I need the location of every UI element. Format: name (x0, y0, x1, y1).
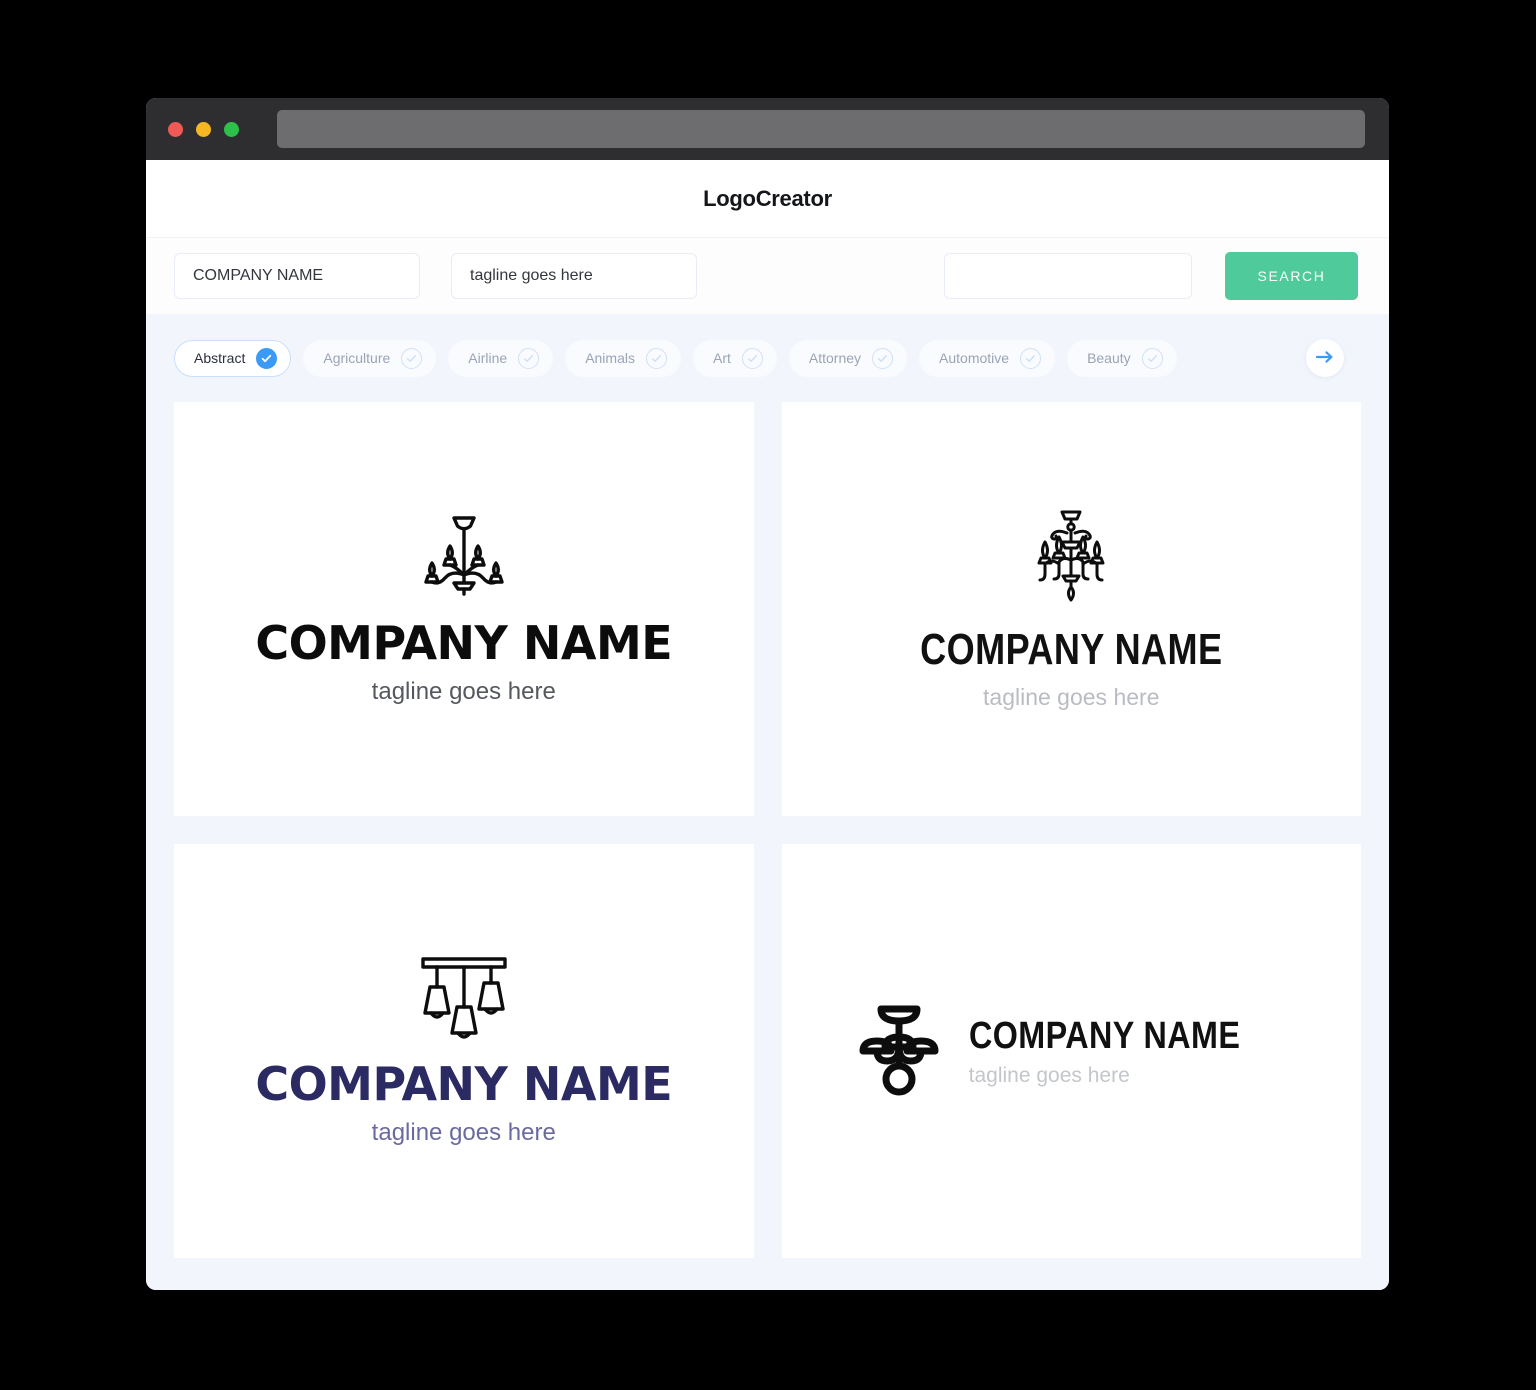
app-header: LogoCreator (146, 160, 1389, 237)
chip-label: Airline (468, 350, 508, 366)
maximize-window-icon[interactable] (224, 121, 239, 137)
check-circle-icon (741, 347, 763, 369)
search-toolbar: SEARCH (146, 237, 1389, 314)
logo-text: COMPANY NAME tagline goes here (255, 619, 672, 706)
brand-title: LogoCreator (703, 185, 832, 211)
chip-agriculture[interactable]: Agriculture (303, 339, 437, 377)
minimize-window-icon[interactable] (196, 121, 211, 137)
arrow-right-icon (1315, 349, 1335, 368)
search-button[interactable]: SEARCH (1225, 252, 1358, 300)
logo-preview: COMPANY NAME tagline goes here (887, 508, 1256, 711)
logo-card[interactable]: COMPANY NAME tagline goes here (781, 844, 1361, 1258)
logo-company-name: COMPANY NAME (920, 624, 1223, 674)
logo-company-name: COMPANY NAME (255, 615, 673, 670)
logo-company-name: COMPANY NAME (968, 1014, 1240, 1057)
check-circle-icon (645, 347, 667, 369)
pendant-lamps-icon (417, 955, 511, 1044)
browser-titlebar (146, 98, 1389, 160)
chip-beauty[interactable]: Beauty (1067, 339, 1177, 377)
chip-label: Beauty (1087, 350, 1131, 366)
chip-label: Abstract (194, 350, 246, 366)
category-filter-bar: Abstract Agriculture Airline Animals Art… (146, 314, 1389, 402)
url-bar[interactable] (277, 110, 1365, 148)
logo-tagline: tagline goes here (983, 683, 1160, 710)
chip-abstract[interactable]: Abstract (174, 339, 292, 377)
browser-window: LogoCreator SEARCH Abstract Agriculture (146, 98, 1389, 1290)
chip-attorney[interactable]: Attorney (788, 339, 908, 377)
chip-art[interactable]: Art (692, 339, 777, 377)
screenshot-root: LogoCreator SEARCH Abstract Agriculture (0, 0, 1536, 1390)
check-circle-icon (518, 347, 540, 369)
chip-animals[interactable]: Animals (565, 339, 681, 377)
logo-company-name: COMPANY NAME (255, 1056, 673, 1111)
logo-card[interactable]: COMPANY NAME tagline goes here (174, 402, 754, 816)
chip-label: Attorney (808, 350, 862, 366)
check-circle-icon (256, 347, 278, 369)
chandelier-thin-icon (412, 512, 516, 605)
check-circle-icon (872, 347, 894, 369)
chip-label: Agriculture (323, 350, 391, 366)
chip-label: Animals (585, 350, 635, 366)
chip-label: Art (712, 350, 731, 366)
logo-results-grid: COMPANY NAME tagline goes here COMPANY N… (146, 402, 1389, 1290)
company-name-input[interactable] (174, 253, 420, 299)
logo-card[interactable]: COMPANY NAME tagline goes here (781, 402, 1361, 816)
keyword-input[interactable] (944, 253, 1192, 299)
chip-airline[interactable]: Airline (448, 339, 554, 377)
logo-tagline: tagline goes here (371, 1119, 556, 1147)
logo-preview: COMPANY NAME tagline goes here (255, 512, 673, 706)
chip-label: Automotive (939, 350, 1010, 366)
logo-preview: COMPANY NAME tagline goes here (255, 955, 673, 1147)
logo-text: COMPANY NAME tagline goes here (255, 1060, 672, 1147)
logo-tagline: tagline goes here (968, 1063, 1130, 1087)
chandelier-ornate-icon (1023, 508, 1119, 613)
close-window-icon[interactable] (168, 121, 183, 137)
check-circle-icon (1020, 347, 1042, 369)
logo-preview: COMPANY NAME tagline goes here (855, 999, 1288, 1104)
logo-text: COMPANY NAME tagline goes here (887, 625, 1256, 711)
chandelier-bold-icon (855, 999, 943, 1104)
chip-automotive[interactable]: Automotive (919, 339, 1056, 377)
logo-card[interactable]: COMPANY NAME tagline goes here (174, 844, 754, 1258)
check-circle-icon (1141, 347, 1163, 369)
traffic-lights (168, 121, 239, 137)
check-circle-icon (401, 347, 423, 369)
categories-next-button[interactable] (1306, 339, 1344, 377)
logo-text: COMPANY NAME tagline goes here (969, 1015, 1288, 1088)
tagline-input[interactable] (451, 253, 697, 299)
logo-tagline: tagline goes here (371, 678, 556, 706)
